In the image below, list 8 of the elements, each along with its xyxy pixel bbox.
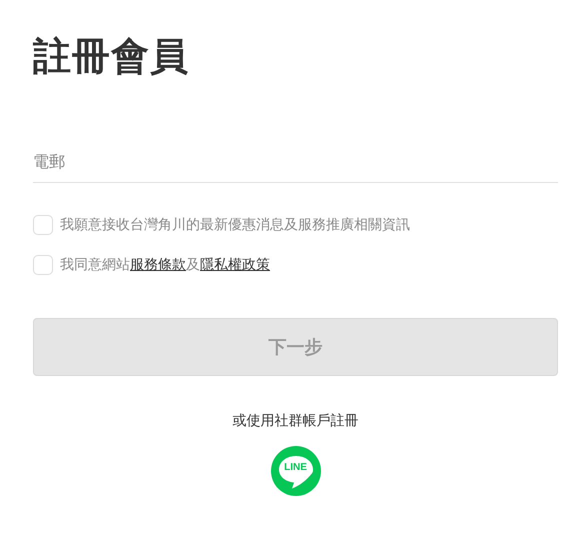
checkbox[interactable]	[33, 215, 53, 235]
page-title: 註冊會員	[33, 33, 190, 80]
policy-link[interactable]: 服務條款	[130, 257, 186, 273]
social-caption: 或使用社群帳戶註冊	[232, 412, 358, 430]
checkbox[interactable]	[33, 255, 53, 275]
policy-link[interactable]: 隱私權政策	[200, 257, 270, 273]
consent-text: 我同意網站服務條款及隱私權政策	[60, 256, 270, 274]
consent-text: 我願意接收台灣角川的最新優惠消息及服務推廣相關資訊	[60, 216, 410, 234]
